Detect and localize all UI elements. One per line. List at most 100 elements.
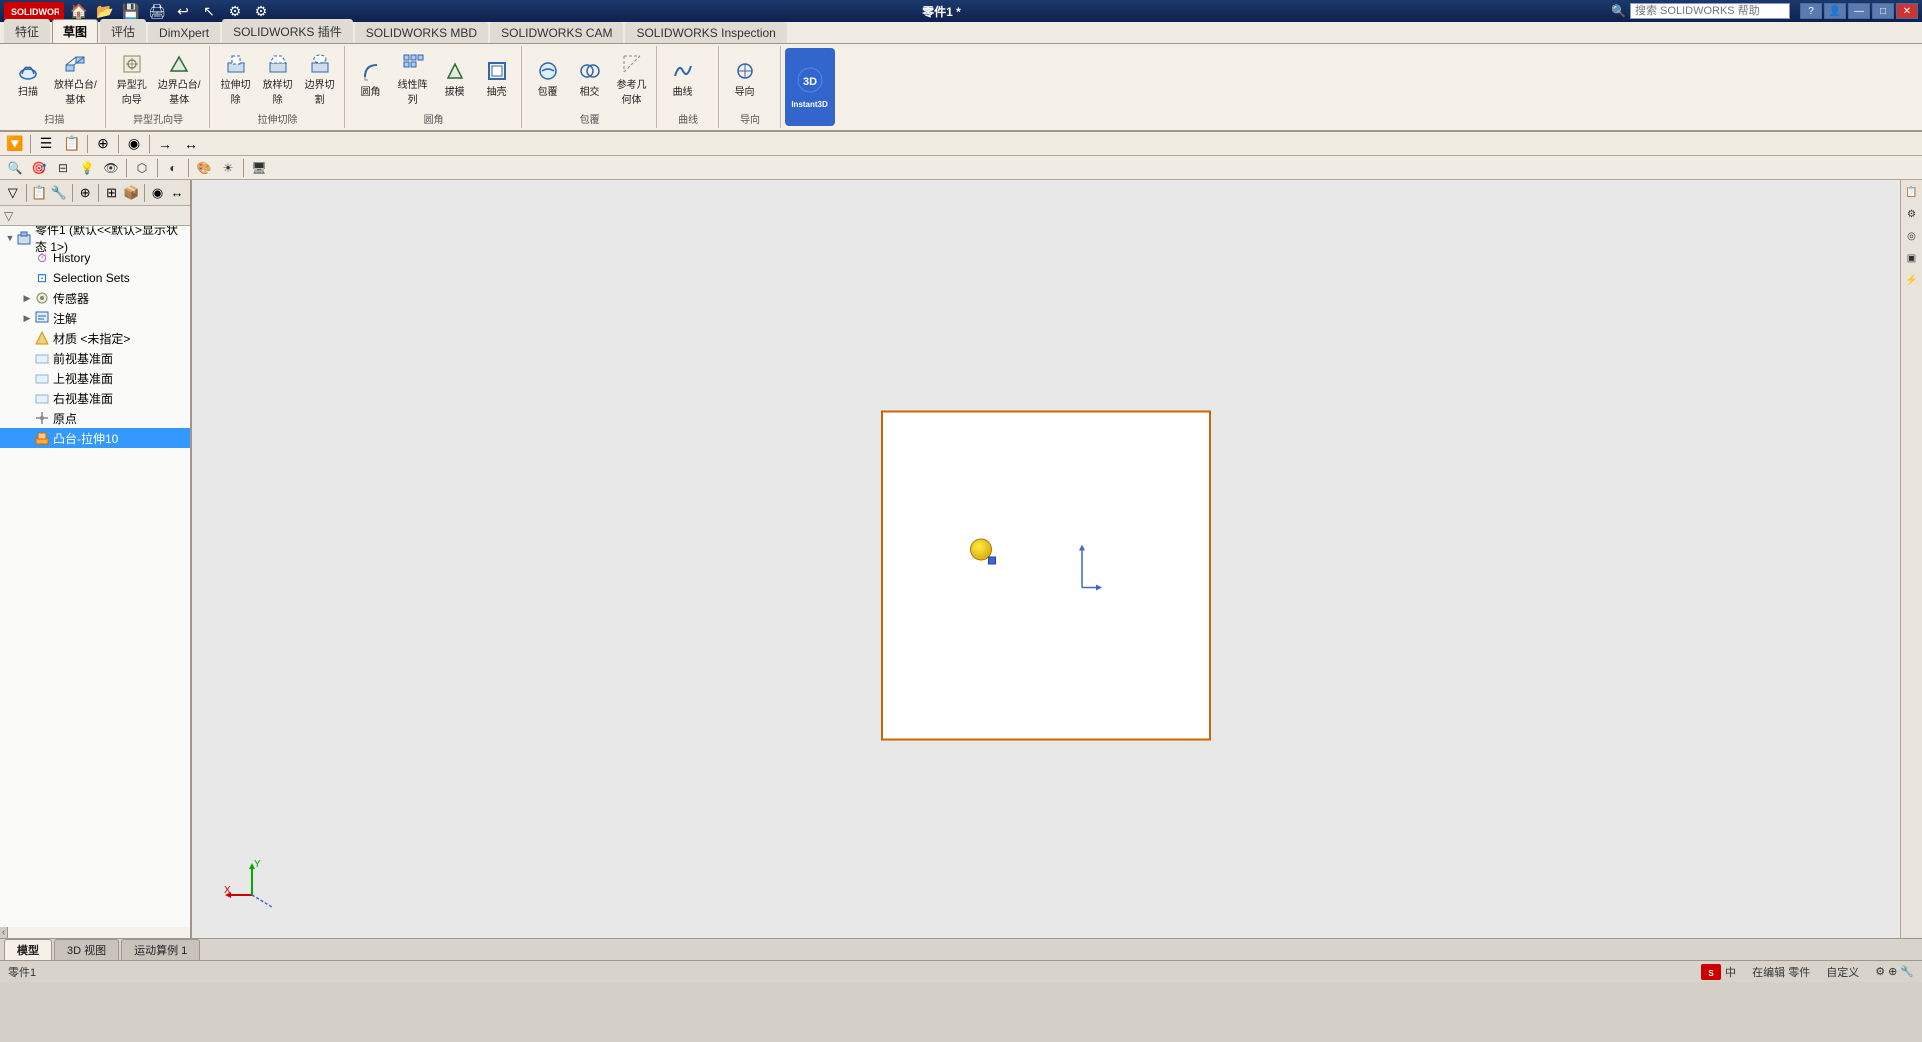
minimize-btn[interactable]: — bbox=[1848, 3, 1870, 19]
wrap-btn[interactable]: 包覆 bbox=[528, 57, 568, 100]
tree-boss-extrude[interactable]: 凸台-拉伸10 bbox=[0, 428, 190, 448]
right-plane-label: 右视基准面 bbox=[53, 390, 113, 407]
tree-selection-sets[interactable]: ⊡ Selection Sets bbox=[0, 268, 190, 288]
tree-top-plane[interactable]: 上视基准面 bbox=[0, 368, 190, 388]
tab-dimxpert[interactable]: DimXpert bbox=[148, 22, 220, 43]
curve-icon bbox=[671, 59, 695, 83]
rs-btn-5[interactable]: ⚡ bbox=[1902, 270, 1922, 290]
top-plane-expander[interactable] bbox=[20, 371, 34, 385]
pt-box-btn[interactable]: 📦 bbox=[122, 182, 140, 204]
draft-btn[interactable]: 拔模 bbox=[435, 57, 475, 100]
pt-clipboard-btn[interactable]: 📋 bbox=[30, 182, 48, 204]
tab-sw-plugins[interactable]: SOLIDWORKS 插件 bbox=[222, 19, 353, 43]
tree-sensors[interactable]: ▶ 传感器 bbox=[0, 288, 190, 308]
save-btn[interactable]: 💾 bbox=[120, 1, 142, 21]
undo-btn[interactable]: ↩ bbox=[172, 1, 194, 21]
close-btn[interactable]: ✕ bbox=[1896, 3, 1918, 19]
view-target-btn[interactable]: 🎯 bbox=[28, 157, 50, 179]
tab-sw-cam[interactable]: SOLIDWORKS CAM bbox=[490, 22, 623, 43]
account-btn[interactable]: 👤 bbox=[1824, 3, 1846, 19]
selection-sets-expander[interactable] bbox=[20, 271, 34, 285]
fillet-btn[interactable]: 圆角 bbox=[351, 57, 391, 100]
tree-front-plane[interactable]: 前视基准面 bbox=[0, 348, 190, 368]
root-expander[interactable]: ▼ bbox=[4, 231, 16, 245]
crosshair-btn[interactable]: ⊕ bbox=[92, 134, 114, 154]
intersect-btn[interactable]: 相交 bbox=[570, 57, 610, 100]
panel-collapse-handle[interactable]: ‹ bbox=[0, 927, 8, 938]
guide-btn[interactable]: 导向 bbox=[725, 57, 765, 100]
extrude-cut-btn[interactable]: 拉伸切除 bbox=[216, 50, 256, 108]
rs-btn-2[interactable]: ⚙ bbox=[1902, 204, 1922, 224]
sweep-btn[interactable]: 扫描 bbox=[8, 57, 48, 100]
ref-geometry-btn[interactable]: 参考几何体 bbox=[612, 50, 652, 108]
rebuild-btn[interactable]: ⚙ bbox=[224, 1, 246, 21]
pattern-btn[interactable]: 线性阵列 bbox=[393, 50, 433, 108]
material-label: 材质 <未指定> bbox=[53, 330, 130, 347]
loft-cut-btn[interactable]: 放样切除 bbox=[258, 50, 298, 108]
right-plane-expander[interactable] bbox=[20, 391, 34, 405]
boundary-cut-btn[interactable]: 边界切割 bbox=[300, 50, 340, 108]
view-hide-btn[interactable]: 👁 bbox=[100, 157, 122, 179]
tab-3d-view[interactable]: 3D 视图 bbox=[54, 939, 119, 960]
tree-right-plane[interactable]: 右视基准面 bbox=[0, 388, 190, 408]
tree-root[interactable]: ▼ 零件1 (默认<<默认>显示状态 1>) bbox=[0, 228, 190, 248]
pt-arrow-btn[interactable]: ↔ bbox=[168, 182, 186, 204]
pt-circle-btn[interactable]: ◉ bbox=[149, 182, 167, 204]
view-zoom-btn[interactable]: 🔍 bbox=[4, 157, 26, 179]
tree-material[interactable]: 材质 <未指定> bbox=[0, 328, 190, 348]
tab-evaluate[interactable]: 评估 bbox=[100, 19, 146, 43]
pt-tool-btn[interactable]: 🔧 bbox=[50, 182, 68, 204]
view-display-btn[interactable]: 🖥 bbox=[248, 157, 270, 179]
shell-btn[interactable]: 抽壳 bbox=[477, 57, 517, 100]
search-input[interactable] bbox=[1630, 3, 1790, 19]
front-plane-expander[interactable] bbox=[20, 351, 34, 365]
tab-model[interactable]: 模型 bbox=[4, 939, 52, 960]
boundary-boss-btn[interactable]: 边界凸台/基体 bbox=[154, 50, 205, 108]
view-color-btn[interactable]: 🎨 bbox=[193, 157, 215, 179]
tree-origin[interactable]: 原点 bbox=[0, 408, 190, 428]
tab-sw-mbd[interactable]: SOLIDWORKS MBD bbox=[355, 22, 488, 43]
arrow-btn[interactable]: → bbox=[154, 134, 176, 154]
filter-btn[interactable]: 🔽 bbox=[4, 134, 26, 154]
tab-motion[interactable]: 运动算例 1 bbox=[121, 939, 200, 960]
settings-btn[interactable]: ⚙ bbox=[250, 1, 272, 21]
tab-features[interactable]: 特征 bbox=[4, 19, 50, 43]
circle-btn[interactable]: ◉ bbox=[123, 134, 145, 154]
sensors-expander[interactable]: ▶ bbox=[20, 291, 34, 305]
boss-extrude-expander[interactable] bbox=[20, 431, 34, 445]
pt-grid-btn[interactable]: ⊞ bbox=[103, 182, 121, 204]
history-expander[interactable] bbox=[20, 251, 34, 265]
view-3d-btn[interactable]: ⬡ bbox=[131, 157, 153, 179]
open-btn[interactable]: 📂 bbox=[94, 1, 116, 21]
print-btn[interactable]: 🖨 bbox=[146, 1, 168, 21]
maximize-btn[interactable]: □ bbox=[1872, 3, 1894, 19]
annotations-expander[interactable]: ▶ bbox=[20, 311, 34, 325]
clipboard-btn[interactable]: 📋 bbox=[61, 134, 83, 154]
view-section-btn[interactable]: ⊟ bbox=[52, 157, 74, 179]
select-btn[interactable]: ↖ bbox=[198, 1, 220, 21]
origin-expander[interactable] bbox=[20, 411, 34, 425]
instant3d-btn[interactable]: 3D Instant3D bbox=[785, 48, 835, 126]
tab-sw-inspection[interactable]: SOLIDWORKS Inspection bbox=[625, 22, 786, 43]
view-scene-btn[interactable]: ☀ bbox=[217, 157, 239, 179]
arrow2-btn[interactable]: ↔ bbox=[180, 134, 202, 154]
toggle-btn[interactable]: ☰ bbox=[35, 134, 57, 154]
rs-btn-1[interactable]: 📋 bbox=[1902, 182, 1922, 202]
view-shade-btn[interactable]: ◐ bbox=[162, 157, 184, 179]
help-btn[interactable]: ? bbox=[1800, 3, 1822, 19]
rs-btn-4[interactable]: ▣ bbox=[1902, 248, 1922, 268]
viewport[interactable]: X Y bbox=[192, 180, 1900, 938]
curve-btn[interactable]: 曲线 bbox=[663, 57, 703, 100]
new-btn[interactable]: 🏠 bbox=[68, 1, 90, 21]
view-light-btn[interactable]: 💡 bbox=[76, 157, 98, 179]
intersect-icon bbox=[578, 59, 602, 83]
loft-btn[interactable]: 放样凸台/基体 bbox=[50, 50, 101, 108]
pattern-icon bbox=[401, 52, 425, 76]
pt-crosshair-btn[interactable]: ⊕ bbox=[76, 182, 94, 204]
tab-sketch[interactable]: 草图 bbox=[52, 19, 98, 43]
rs-btn-3[interactable]: ◎ bbox=[1902, 226, 1922, 246]
pt-filter-btn[interactable]: ▽ bbox=[4, 182, 22, 204]
hole-wizard-btn[interactable]: 异型孔向导 bbox=[112, 50, 152, 108]
tree-annotations[interactable]: ▶ 注解 bbox=[0, 308, 190, 328]
material-expander[interactable] bbox=[20, 331, 34, 345]
